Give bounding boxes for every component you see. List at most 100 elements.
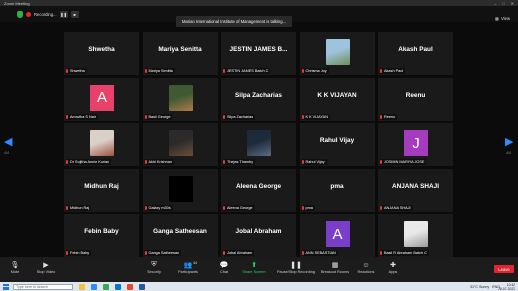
windows-start-icon[interactable] [3, 283, 9, 290]
participant-caption-text: Rahul Vijay [305, 160, 325, 164]
zoom-app-icon[interactable] [91, 283, 97, 290]
participant-tile[interactable]: Mariya Senitta Mariya Senitta [142, 32, 218, 75]
participant-tile[interactable]: Rahul Vijay Rahul Vijay [299, 123, 375, 166]
page-indicator-left: 4/4 [4, 151, 9, 155]
participant-display-name: Ganga Satheesan [153, 228, 207, 235]
breakout-rooms-button[interactable]: ▦ Breakout Rooms [320, 260, 350, 274]
shield-button[interactable]: ⛨ Security [144, 260, 164, 274]
leave-button[interactable]: Leave [494, 265, 514, 273]
active-speaker-banner: Marian International Institute of Manage… [176, 16, 293, 27]
participant-caption-text: Basil R Abraham Batch C [384, 251, 427, 255]
recording-button[interactable]: ❚❚ Pause/Stop Recording [277, 260, 315, 274]
participant-tile[interactable]: A ANN SEBASTIAN [299, 214, 375, 257]
pause-recording-button[interactable]: ❚❚ [59, 11, 68, 18]
participant-caption: Thejas Thamby [223, 159, 256, 165]
breakout-rooms-icon: ▦ [331, 262, 339, 269]
share-screen-button[interactable]: ⬆ Share Screen [242, 260, 265, 274]
participant-tile[interactable]: Chrisma Joy [299, 32, 375, 75]
muted-microphone-icon [144, 160, 147, 164]
muted-microphone-icon [66, 114, 68, 119]
avatar: A [90, 84, 114, 111]
edge-icon[interactable] [115, 283, 121, 290]
participant-tile[interactable]: Silpa Zacharias Silpa Zacharias [221, 77, 296, 121]
close-button[interactable]: ✕ [511, 1, 514, 6]
recording-indicator: Recording... ❚❚ ■ [17, 10, 79, 19]
participant-tile[interactable]: Galaxy m30s [142, 168, 218, 212]
participant-tile[interactable]: Basil R Abraham Batch C [378, 214, 453, 257]
muted-microphone-icon [223, 114, 225, 119]
security-shield-icon[interactable] [17, 11, 23, 18]
minimize-button[interactable]: – [494, 1, 496, 6]
participant-tile[interactable]: Febin Baby Febin Baby [64, 214, 139, 257]
previous-page-arrow-icon[interactable]: ◀ [4, 137, 12, 148]
participant-caption: Dr Sujitha Annie Kurian [66, 159, 112, 165]
participant-display-name: Reenu [405, 91, 426, 99]
participant-tile[interactable]: Thejas Thamby [221, 123, 296, 166]
participant-caption-text: JOSMIN MARIYA JOSE [384, 160, 425, 164]
participant-tile[interactable]: Basil George [142, 77, 218, 121]
chrome-icon[interactable] [103, 283, 109, 290]
maximize-button[interactable]: □ [502, 1, 504, 6]
participant-tile[interactable]: JESTIN JAMES B... JESTIN JAMES Batch C [221, 32, 296, 75]
muted-microphone-icon [301, 205, 304, 210]
video-camera-button[interactable]: ▶ Stop Video [36, 260, 56, 274]
participant-display-name: Silpa Zacharias [235, 91, 282, 99]
participant-caption-text: JESTIN JAMES Batch C [227, 69, 269, 73]
muted-microphone-icon [144, 114, 147, 119]
participant-tile[interactable]: Aleena George Aleena George [221, 168, 296, 212]
participant-tile[interactable]: J JOSMIN MARIYA JOSE [378, 123, 453, 166]
reactions-icon: ☺ [362, 261, 370, 269]
view-button[interactable]: ▦ View [495, 16, 510, 21]
participant-display-name: ANJANA SHAJI [392, 182, 439, 190]
profile-photo [325, 39, 350, 65]
participant-tile[interactable]: ANJANA SHAJI ANJANA SHAJI [378, 168, 453, 212]
recording-dot-icon [26, 12, 31, 17]
weather-status[interactable]: 31°C Sunny [470, 285, 489, 289]
participant-tile[interactable]: Midhun Raj Midhun Raj [64, 168, 139, 212]
participant-tile[interactable]: Akash Paul Akash Paul [378, 32, 453, 75]
participant-caption-text: ANJANA SHAJI [384, 205, 411, 210]
window-title: Zoom Meeting [4, 0, 30, 6]
zoom-meeting-window: Zoom Meeting – □ ✕ Recording... ❚❚ ■ Mar… [0, 0, 518, 291]
participant-caption-text: Amrutha S Nair [70, 114, 96, 119]
chat-button[interactable]: 💬 Chat [214, 260, 234, 274]
muted-microphone-icon [223, 160, 225, 164]
participant-display-name: Shwetha [88, 46, 115, 53]
participant-caption-text: Akash Paul [384, 69, 404, 73]
toolbar-label: Stop Video [36, 270, 56, 274]
participant-caption-text: Reenu [384, 114, 396, 119]
toolbar-label: Chat [219, 270, 229, 274]
muted-microphone-icon [66, 205, 68, 210]
participant-tile[interactable]: K K VIJAYAN K K VIJAYAN [299, 77, 375, 121]
next-page-arrow-icon[interactable]: ▶ [505, 137, 513, 148]
participant-tile[interactable]: Reenu Reenu [378, 77, 453, 121]
word-icon[interactable] [139, 283, 145, 290]
participant-caption: JESTIN JAMES Batch C [223, 68, 271, 74]
participant-tile[interactable]: Ganga Satheesan Ganga Satheesan [142, 214, 218, 257]
microphone-icon: 🎙 [10, 262, 20, 269]
apps-button[interactable]: ✚ Apps [383, 260, 403, 274]
participant-caption: Galaxy m30s [144, 204, 173, 211]
microphone-button[interactable]: 🎙 Mute [5, 260, 25, 274]
participant-caption-text: Chrisma Joy [305, 69, 327, 73]
participants-button[interactable]: 👥 44 Participants [178, 260, 198, 274]
participant-tile[interactable]: Akhi Krishnan [142, 123, 218, 166]
participant-tile[interactable]: Jobal Abraham Jobal Abraham [221, 214, 296, 257]
file-explorer-icon[interactable] [79, 283, 85, 290]
participant-tile[interactable]: pma pma [299, 168, 375, 212]
muted-microphone-icon [301, 160, 304, 164]
taskbar-search-input[interactable]: Type here to search [13, 283, 73, 290]
stop-recording-button[interactable]: ■ [70, 11, 79, 18]
participant-tile[interactable]: Dr Sujitha Annie Kurian [64, 123, 139, 166]
muted-microphone-icon [144, 251, 147, 255]
participant-caption: Aleena George [223, 204, 255, 211]
clock-date: 28-07-2022 [498, 286, 515, 291]
taskbar-clock[interactable]: 10:42 28-07-2022 [498, 283, 515, 291]
reactions-button[interactable]: ☺ Reactions [356, 260, 376, 275]
participant-tile[interactable]: A Amrutha S Nair [64, 77, 139, 121]
participant-display-name: Rahul Vijay [319, 137, 355, 144]
share-screen-icon: ⬆ [251, 262, 257, 269]
participant-tile[interactable]: Shwetha Shwetha [64, 32, 139, 75]
participant-caption-text: ANN SEBASTIAN [305, 251, 336, 255]
office-icon[interactable] [127, 283, 133, 290]
